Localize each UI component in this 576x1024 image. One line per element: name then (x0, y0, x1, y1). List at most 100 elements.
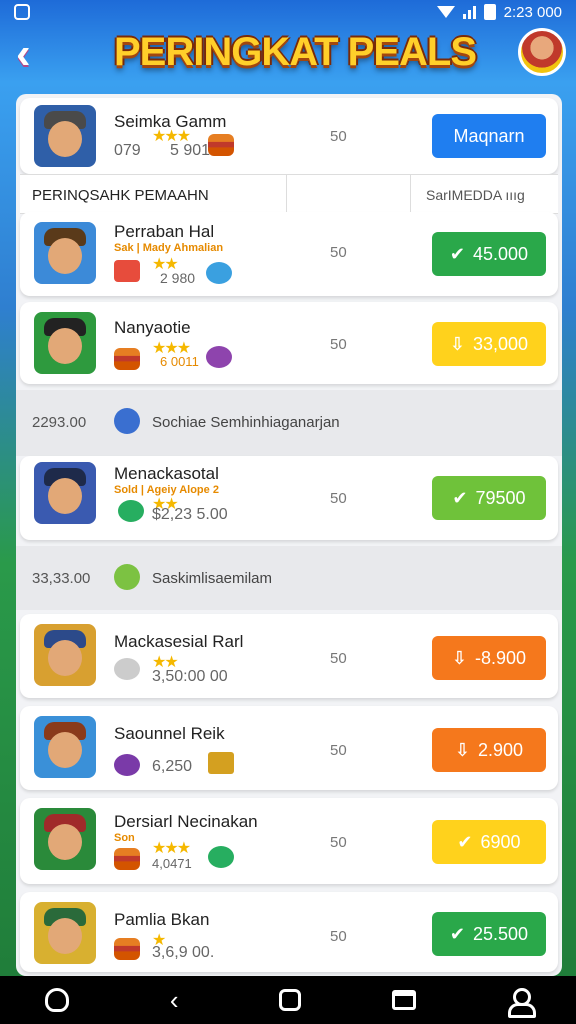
list-item[interactable]: Pamlia Bkan ★ 3,6,9 00. 50 ✔ 25.500 (20, 892, 558, 972)
coin-icon (206, 262, 232, 284)
section-divider: 2293.00 Sochiae Semhinhiaganarjan (16, 390, 562, 456)
player-score: 50 (330, 490, 347, 507)
player-score: 50 (330, 336, 347, 353)
list-item[interactable]: Perraban Hal Sak | Mady Ahmalian ★★ 2 98… (20, 212, 558, 296)
check-icon: ✔ (457, 831, 473, 852)
main-button[interactable]: Maqnarn (432, 114, 546, 158)
back-icon[interactable]: ‹ (160, 986, 188, 1014)
star-rating: ★★★ (152, 840, 191, 857)
player-score: 50 (330, 128, 347, 145)
section-divider: 33,33.00 Saskimlisaemilam (16, 546, 562, 610)
player-points: 4,0471 (152, 856, 192, 871)
player-name: Menackasotal (114, 464, 219, 483)
orb-icon (206, 346, 232, 368)
page-title: PERINGKAT PEALS (113, 30, 477, 74)
list-item[interactable]: Nanyaotie ★★★ 6 0011 50 ⇩ 33,000 (20, 302, 558, 384)
fries-icon (208, 752, 234, 774)
ball-icon (208, 846, 234, 868)
reward-label: 25.500 (473, 923, 529, 944)
player-avatar (34, 105, 96, 167)
reward-button[interactable]: ✔ 79500 (432, 476, 546, 520)
player-points: 6,250 (152, 758, 193, 775)
list-item[interactable]: Saounnel Reik 6,250 50 ⇩ 2.900 (20, 706, 558, 790)
player-points: 5 901 (170, 142, 211, 159)
leaderboard-panel: Seimka Gamm 079 ★★★ 5 901 50 Maqnarn PER… (16, 94, 562, 976)
navigation-bar: ‹ (0, 976, 576, 1024)
reward-label: -8.900 (475, 647, 527, 668)
status-bar: 2:23 000 (0, 0, 576, 24)
list-item[interactable]: Menackasotal Sold | Ageiy Alope 2 ★★ $2,… (20, 456, 558, 540)
list-item[interactable]: Mackasesial Rarl ★★ 3,50:00 00 50 ⇩ -8.9… (20, 614, 558, 698)
player-score: 50 (330, 742, 347, 759)
reward-button[interactable]: ✔ 6900 (432, 820, 546, 864)
status-time: 2:23 000 (503, 3, 562, 21)
profile-icon[interactable] (507, 988, 536, 1018)
player-points: 2 980 (160, 270, 196, 286)
player-sub: Son (114, 832, 135, 844)
top-player-card[interactable]: Seimka Gamm 079 ★★★ 5 901 50 Maqnarn (20, 98, 558, 174)
burger-icon (114, 848, 140, 870)
reward-label: 6900 (480, 831, 521, 852)
gift-icon (114, 564, 140, 590)
reward-button[interactable]: ✔ 25.500 (432, 912, 546, 956)
game-icon[interactable] (45, 988, 70, 1012)
player-score: 50 (330, 650, 347, 667)
player-score: 50 (330, 928, 347, 945)
list-item[interactable]: Dersiarl Necinakan Son ★★★ 4,0471 50 ✔ 6… (20, 798, 558, 884)
reward-button[interactable]: ⇩ 33,000 (432, 322, 546, 366)
player-avatar (34, 222, 96, 284)
tooth-icon (114, 658, 140, 680)
player-score: 50 (330, 834, 347, 851)
player-score: 50 (330, 244, 347, 261)
arrow-icon: ⇩ (449, 333, 466, 354)
reward-button[interactable]: ⇩ 2.900 (432, 728, 546, 772)
player-points: 6 0011 (160, 354, 199, 369)
check-icon: ✔ (452, 487, 468, 508)
player-sub: 079 (114, 142, 141, 159)
back-arrow-icon[interactable]: ‹ (16, 32, 56, 76)
player-points: 3,6,9 00. (152, 944, 215, 961)
section-amount: 2293.00 (32, 414, 87, 431)
puzzle-icon (114, 408, 140, 434)
burger-icon (114, 938, 140, 960)
player-name: Perraban Hal (114, 222, 215, 241)
column-header-rank: PERINQSAHK PEMAAHN (32, 187, 209, 204)
player-avatar (34, 808, 96, 870)
player-points: 3,50:00 00 (152, 668, 228, 685)
player-name: Nanyaotie (114, 318, 191, 337)
reward-label: 2.900 (478, 739, 524, 760)
player-name: Mackasesial Rarl (114, 632, 244, 651)
burger-icon (208, 134, 234, 156)
header: ‹ PERINGKAT PEALS (0, 24, 576, 94)
player-avatar (34, 902, 96, 964)
section-amount: 33,33.00 (32, 570, 91, 587)
donut-icon (114, 754, 140, 776)
app-notification-icon (14, 4, 30, 20)
signal-icon (462, 5, 476, 19)
check-icon: ✔ (449, 923, 466, 944)
recents-icon[interactable] (391, 990, 416, 1010)
battery-icon (483, 4, 496, 20)
player-avatar (34, 462, 96, 524)
player-points: $2,23 5.00 (152, 506, 228, 523)
reward-button[interactable]: ⇩ -8.900 (432, 636, 546, 680)
table-header: PERINQSAHK PEMAAHN SarIMEDDA ıııg (20, 174, 558, 215)
check-icon: ✔ (449, 243, 466, 264)
section-text: Sochiae Semhinhiaganarjan (152, 414, 340, 431)
reward-label: 33,000 (473, 333, 529, 354)
reward-button[interactable]: ✔ 45.000 (432, 232, 546, 276)
main-button-label: Maqnarn (453, 125, 525, 146)
player-avatar (34, 624, 96, 686)
arrow-icon: ⇩ (451, 647, 468, 668)
player-avatar (34, 716, 96, 778)
section-text: Saskimlisaemilam (152, 570, 273, 587)
player-name: Pamlia Bkan (114, 910, 210, 929)
reward-label: 79500 (475, 487, 526, 508)
avatar[interactable] (518, 28, 566, 76)
player-sub: Sak | Mady Ahmalian (114, 242, 224, 254)
home-icon[interactable] (278, 989, 301, 1011)
reward-label: 45.000 (473, 243, 529, 264)
column-header-reward: SarIMEDDA ıııg (426, 187, 525, 203)
player-avatar (34, 312, 96, 374)
leaf-icon (118, 500, 144, 522)
